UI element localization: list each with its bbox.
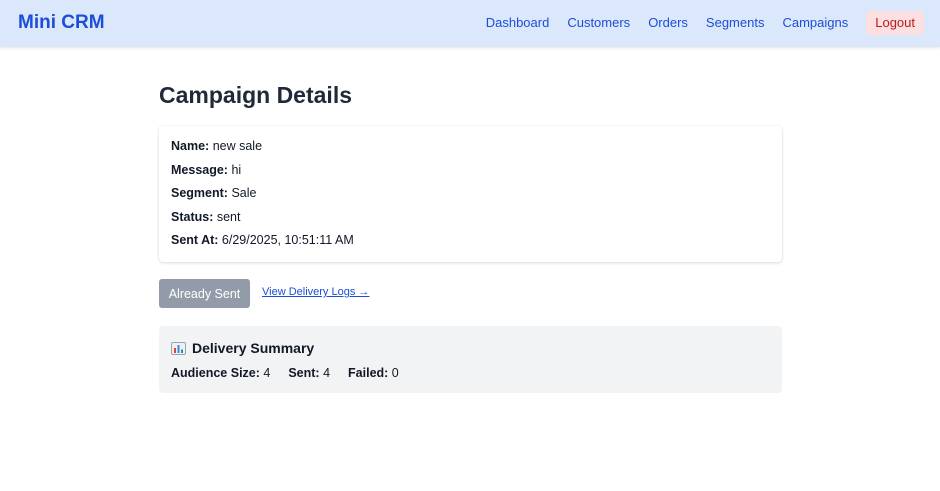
navbar: Mini CRM Dashboard Customers Orders Segm…	[0, 0, 940, 47]
detail-message-label: Message:	[171, 162, 232, 177]
detail-sent-at-value: 6/29/2025, 10:51:11 AM	[221, 233, 354, 247]
detail-status-label: Status:	[171, 209, 217, 224]
view-delivery-logs-link[interactable]: View Delivery Logs →	[262, 286, 369, 298]
detail-name: Name: new sale	[171, 138, 770, 162]
campaign-details-card: Name: new sale Message: hi Segment: Sale…	[159, 126, 782, 262]
delivery-summary-panel: Delivery Summary Audience Size: 4 Sent: …	[159, 326, 782, 393]
detail-status-value: sent	[216, 209, 241, 224]
nav-links: Dashboard Customers Orders Segments Camp…	[468, 11, 924, 35]
main-content: Campaign Details Name: new sale Message:…	[159, 82, 782, 393]
page-title: Campaign Details	[159, 82, 352, 108]
already-sent-button: Already Sent	[159, 279, 250, 308]
detail-segment: Segment: Sale	[171, 185, 770, 209]
bar-chart-icon	[171, 341, 186, 355]
stat-failed-value: 0	[391, 366, 399, 380]
delivery-summary-title: Delivery Summary	[192, 340, 315, 356]
logout-button[interactable]: Logout	[866, 11, 924, 35]
stat-sent-value: 4	[323, 366, 331, 380]
brand-logo[interactable]: Mini CRM	[18, 12, 105, 34]
nav-link-customers[interactable]: Customers	[567, 11, 630, 35]
delivery-summary-header: Delivery Summary	[171, 339, 770, 357]
detail-sent-at: Sent At: 6/29/2025, 10:51:11 AM	[171, 232, 770, 256]
detail-message-value: hi	[231, 162, 242, 177]
stat-sent-label: Sent:	[288, 366, 324, 380]
delivery-stats: Audience Size: 4 Sent: 4 Failed: 0	[171, 366, 770, 380]
stat-audience-size-label: Audience Size:	[171, 366, 264, 380]
stat-failed: Failed: 0	[348, 366, 399, 380]
detail-segment-value: Sale	[231, 186, 257, 200]
detail-name-value: new sale	[212, 139, 263, 153]
campaign-actions: Already Sent View Delivery Logs →	[159, 279, 782, 308]
detail-status: Status: sent	[171, 209, 770, 233]
stat-audience-size-value: 4	[263, 366, 271, 380]
detail-name-label: Name:	[171, 139, 213, 153]
detail-sent-at-label: Sent At:	[171, 233, 222, 247]
nav-link-segments[interactable]: Segments	[706, 11, 765, 35]
stat-audience-size: Audience Size: 4	[171, 366, 270, 380]
nav-link-orders[interactable]: Orders	[648, 11, 688, 35]
detail-segment-label: Segment:	[171, 186, 232, 200]
detail-message: Message: hi	[171, 162, 770, 186]
stat-failed-label: Failed:	[348, 366, 392, 380]
stat-sent: Sent: 4	[288, 366, 330, 380]
nav-link-campaigns[interactable]: Campaigns	[782, 11, 848, 35]
nav-link-dashboard[interactable]: Dashboard	[486, 11, 550, 35]
